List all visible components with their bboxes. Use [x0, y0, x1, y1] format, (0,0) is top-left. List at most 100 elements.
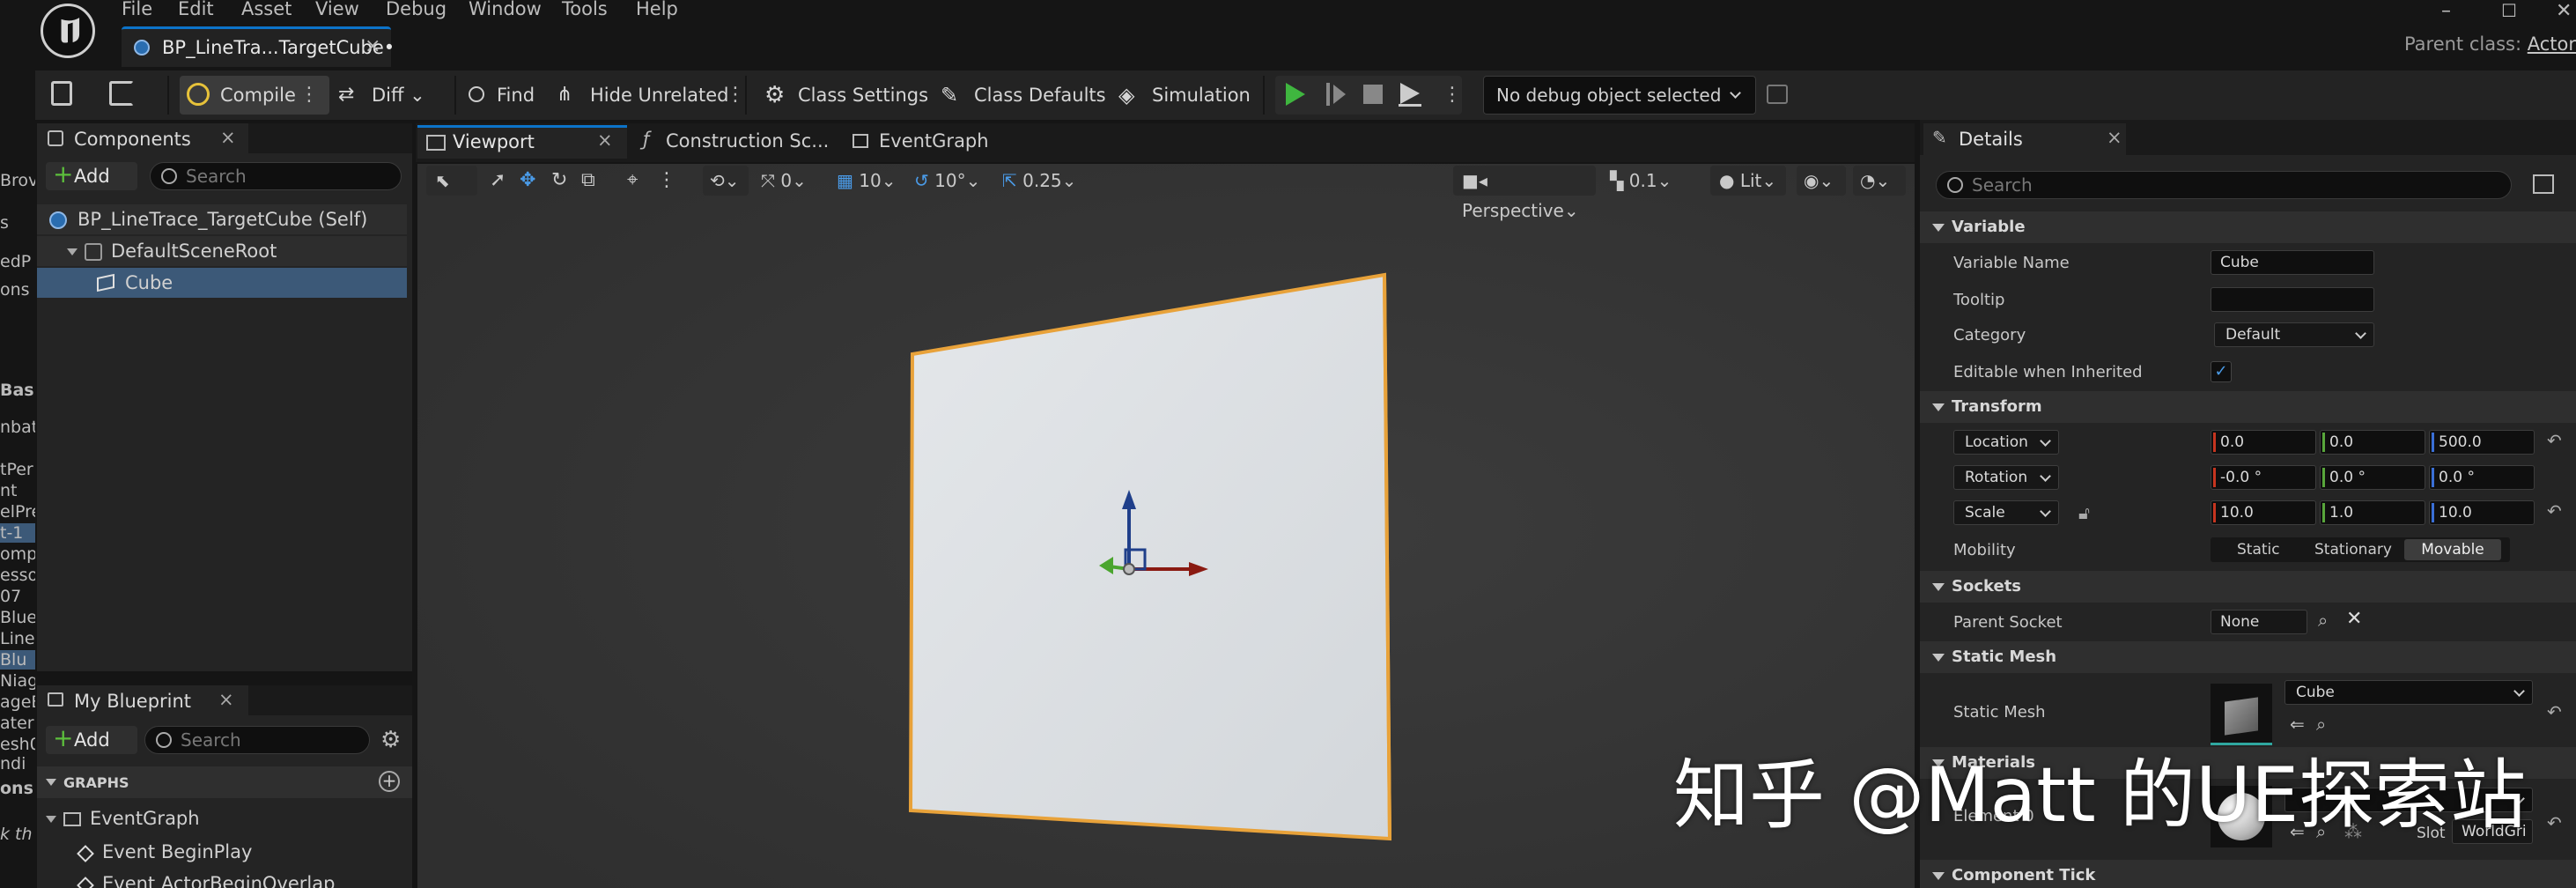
unreal-logo-icon[interactable] — [41, 4, 95, 58]
maximize-icon[interactable]: ☐ — [2501, 0, 2517, 21]
debug-filter-icon[interactable] — [1767, 85, 1788, 104]
use-selected-icon[interactable]: ⇐ — [2290, 714, 2305, 735]
close-window-icon[interactable]: ✕ — [2556, 0, 2572, 22]
viewport-tab-close-icon[interactable]: × — [597, 130, 613, 151]
rotate-icon[interactable]: ↻ — [551, 166, 572, 196]
menu-view[interactable]: View — [315, 0, 359, 19]
menu-asset[interactable]: Asset — [241, 0, 292, 19]
section-component-tick[interactable]: Component Tick — [1920, 860, 2576, 888]
location-mode-dropdown[interactable]: Location — [1953, 430, 2059, 455]
tree-item-cube[interactable]: Cube — [37, 268, 407, 298]
static-mesh-dropdown[interactable]: Cube — [2284, 680, 2533, 705]
details-search-input[interactable]: Search — [1936, 171, 2512, 199]
section-variable[interactable]: Variable — [1920, 211, 2576, 243]
grid-snap-toggle[interactable]: ▦ 10⌄ — [837, 166, 905, 196]
rotation-x-field[interactable]: -0.0 ° — [2211, 465, 2316, 490]
compile-options-icon[interactable]: ⋮ — [299, 79, 319, 111]
stop-icon[interactable] — [1363, 85, 1383, 104]
select-mode-dropdown[interactable]: ⬉ — [426, 166, 477, 196]
eject-icon[interactable] — [1399, 83, 1425, 107]
section-transform[interactable]: Transform — [1920, 391, 2576, 423]
parent-socket-field[interactable]: None — [2211, 610, 2307, 634]
section-static-mesh[interactable]: Static Mesh — [1920, 641, 2576, 673]
debug-object-select[interactable]: No debug object selected — [1483, 76, 1756, 115]
browse-asset-icon[interactable]: ⌕ — [2316, 714, 2326, 735]
reset-location-icon[interactable]: ↶ — [2547, 430, 2562, 451]
event-item-beginplay[interactable]: Event BeginPlay — [37, 837, 407, 867]
menu-file[interactable]: File — [122, 0, 152, 19]
menu-help[interactable]: Help — [636, 0, 678, 19]
location-y-field[interactable]: 0.0 — [2320, 430, 2425, 455]
surface-snap-dropdown[interactable]: ⟲⌄ — [703, 166, 749, 196]
class-defaults-button[interactable]: ✎ Class Defaults — [934, 76, 1106, 115]
transform-options-icon[interactable]: ⋮ — [657, 166, 676, 196]
mobility-static[interactable]: Static — [2237, 541, 2280, 559]
menu-edit[interactable]: Edit — [178, 0, 214, 19]
step-icon[interactable] — [1326, 83, 1346, 106]
hide-unrelated-button[interactable]: ⋔ Hide Unrelated — [550, 76, 729, 115]
event-item-actorbeginoverlap[interactable]: Event ActorBeginOverlap — [37, 869, 407, 888]
menu-tools[interactable]: Tools — [562, 0, 608, 19]
play-options-icon[interactable]: ⋮ — [1443, 79, 1462, 111]
menu-debug[interactable]: Debug — [386, 0, 447, 19]
my-blueprint-search-input[interactable]: Search — [144, 726, 370, 754]
editable-when-inherited-checkbox[interactable]: ✓ — [2211, 361, 2232, 382]
table-view-icon[interactable] — [2533, 174, 2554, 194]
document-tab[interactable]: BP_LineTra...TargetCube• × — [122, 26, 395, 67]
angle-snap-toggle[interactable]: ↺ 10°⌄ — [914, 166, 999, 196]
add-member-button[interactable]: Add — [46, 724, 137, 754]
reset-static-mesh-icon[interactable]: ↶ — [2547, 701, 2562, 722]
category-dropdown[interactable]: Default — [2214, 322, 2374, 347]
event-graph-item[interactable]: EventGraph — [37, 803, 407, 833]
hide-unrelated-options-icon[interactable]: ⋮ — [726, 79, 745, 111]
coordinate-space-icon[interactable]: ⌖ — [627, 166, 648, 196]
save-icon[interactable] — [51, 81, 72, 106]
socket-browse-icon[interactable]: ⌕ — [2318, 610, 2328, 631]
class-settings-button[interactable]: ⚙ Class Settings — [757, 76, 928, 115]
minimize-icon[interactable]: – — [2441, 0, 2451, 22]
play-icon[interactable] — [1286, 83, 1305, 106]
tree-item-self[interactable]: BP_LineTrace_TargetCube (Self) — [37, 204, 407, 234]
variable-name-field[interactable]: Cube — [2211, 250, 2374, 275]
scale-snap-toggle[interactable]: ⇱ 0.25⌄ — [1002, 166, 1090, 196]
scale-icon[interactable]: ⧉ — [581, 166, 602, 196]
lit-dropdown[interactable]: ● Lit⌄ — [1710, 166, 1786, 196]
tooltip-field[interactable] — [2211, 287, 2374, 312]
rotate-snap-toggle[interactable]: ⤧ 0⌄ — [761, 166, 823, 196]
tab-my-blueprint[interactable]: My Blueprint × — [37, 685, 248, 715]
lock-icon[interactable]: 🔓︎ — [2078, 502, 2090, 523]
camera-speed-dropdown[interactable]: ▚ 0.1⌄ — [1610, 166, 1680, 196]
add-graph-icon[interactable]: + — [379, 771, 400, 792]
gear-icon[interactable]: ⚙ — [380, 728, 401, 752]
location-x-field[interactable]: 0.0 — [2211, 430, 2316, 455]
my-blueprint-close-icon[interactable]: × — [218, 689, 234, 710]
simulation-button[interactable]: ◈ Simulation — [1111, 76, 1251, 115]
tab-construction-script[interactable]: ƒ Construction Sc... — [639, 125, 833, 159]
find-button[interactable]: Find — [456, 76, 535, 115]
section-sockets[interactable]: Sockets — [1920, 571, 2576, 603]
perspective-dropdown[interactable]: ■◂ Perspective⌄ — [1453, 166, 1596, 221]
clear-socket-icon[interactable]: ✕ — [2346, 608, 2362, 630]
rotation-z-field[interactable]: 0.0 ° — [2429, 465, 2535, 490]
reset-material-icon[interactable]: ↶ — [2547, 812, 2562, 833]
scale-z-field[interactable]: 10.0 — [2429, 500, 2535, 525]
menu-window[interactable]: Window — [469, 0, 542, 19]
select-icon[interactable]: ➚ — [490, 166, 511, 196]
tab-viewport[interactable]: Viewport × — [417, 125, 627, 159]
components-close-icon[interactable]: × — [220, 127, 236, 148]
diff-button[interactable]: ⇄ Diff ⌄ — [331, 76, 425, 115]
rotation-mode-dropdown[interactable]: Rotation — [1953, 465, 2059, 490]
graphs-section[interactable]: GRAPHS + — [37, 766, 412, 798]
rotation-y-field[interactable]: 0.0 ° — [2320, 465, 2425, 490]
location-z-field[interactable]: 500.0 — [2429, 430, 2535, 455]
scale-x-field[interactable]: 10.0 — [2211, 500, 2316, 525]
tab-components[interactable]: Components × — [37, 123, 248, 153]
mobility-stationary[interactable]: Stationary — [2314, 541, 2392, 559]
viewport-settings-dropdown[interactable]: ◔⌄ — [1853, 166, 1906, 196]
document-tab-close-icon[interactable]: × — [365, 35, 380, 57]
browse-icon[interactable] — [109, 81, 134, 106]
components-search-input[interactable]: Search — [150, 162, 402, 190]
parent-class-link[interactable]: Actor — [2528, 33, 2576, 55]
expand-arrow-icon[interactable] — [67, 248, 78, 255]
reset-scale-icon[interactable]: ↶ — [2547, 500, 2562, 522]
